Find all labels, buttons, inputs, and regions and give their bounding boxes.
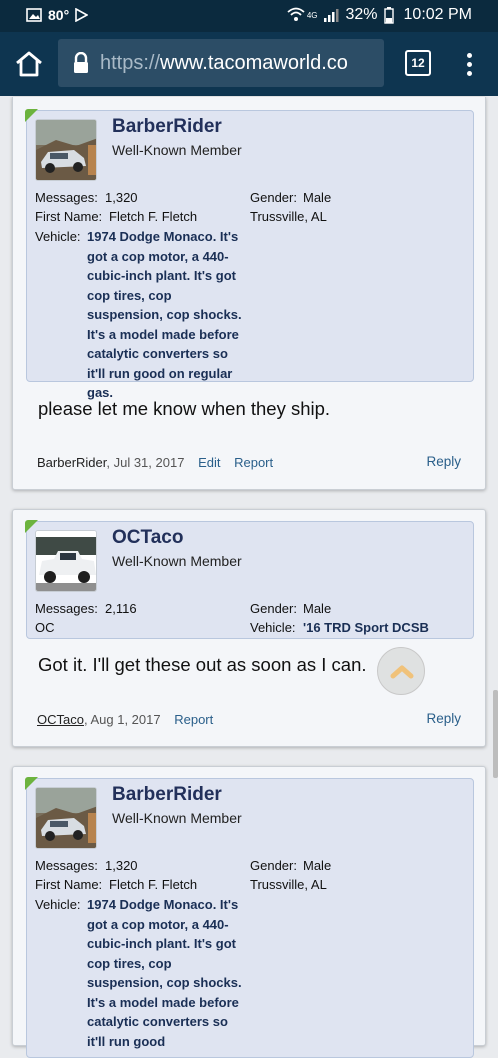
reply-link[interactable]: Reply — [426, 711, 461, 726]
messages-count: 1,320 — [105, 190, 138, 205]
scroll-to-top-button[interactable] — [377, 647, 425, 695]
report-link[interactable]: Report — [174, 712, 213, 727]
vehicle-label: Vehicle: — [35, 229, 81, 244]
username[interactable]: BarberRider — [112, 784, 222, 806]
clock: 10:02 PM — [403, 6, 472, 23]
post-date[interactable]: , Jul 31, 2017 — [106, 455, 184, 470]
gender-label: Gender: — [250, 190, 297, 205]
report-link[interactable]: Report — [234, 455, 273, 470]
chevron-up-icon — [390, 665, 414, 679]
vehicle-label: Vehicle: — [250, 620, 296, 635]
post: BarberRider Well-Known Member Messages: … — [12, 97, 486, 490]
user-info-box: BarberRider Well-Known Member Messages: … — [25, 109, 474, 400]
tabs-icon[interactable]: 12 — [405, 50, 431, 76]
gender-value: Male — [303, 601, 332, 616]
reply-link[interactable]: Reply — [426, 454, 461, 469]
vehicle-value: 1974 Dodge Monaco. It's got a cop motor,… — [87, 897, 242, 1049]
wifi-icon — [287, 7, 305, 21]
messages-count: 2,116 — [105, 601, 137, 616]
network-label: 4G — [306, 10, 318, 20]
url-protocol: https:// — [100, 51, 161, 74]
gender-label: Gender: — [250, 858, 297, 873]
user-info-box: BarberRider Well-Known Member Messages: … — [25, 777, 474, 1058]
battery-icon — [383, 6, 394, 24]
user-title: Well-Known Member — [112, 810, 242, 826]
signal-icon — [324, 8, 339, 22]
url-bar[interactable]: https://www.tacomaworld.co — [58, 39, 384, 87]
first-name-value: Fletch F. Fletch — [109, 209, 198, 224]
temperature: 80° — [48, 7, 70, 23]
status-bar: 80° 4G 32% 10:02 PM — [0, 0, 498, 32]
scrollbar[interactable] — [493, 690, 498, 778]
username[interactable]: BarberRider — [112, 116, 222, 138]
user-title: Well-Known Member — [112, 553, 242, 569]
first-name-label: First Name: — [35, 877, 103, 892]
vehicle-label: Vehicle: — [35, 897, 81, 912]
battery-percent: 32% — [345, 6, 378, 23]
username[interactable]: OCTaco — [112, 527, 183, 549]
location-value: Trussville, AL — [250, 209, 327, 224]
messages-label: Messages: — [35, 601, 98, 616]
messages-label: Messages: — [35, 190, 98, 205]
post-date[interactable]: , Aug 1, 2017 — [84, 712, 161, 727]
post: OCTaco Well-Known Member Messages: 2,116… — [12, 509, 486, 747]
avatar[interactable] — [35, 787, 97, 849]
browser-toolbar: https://www.tacomaworld.co 12 — [0, 32, 498, 96]
post-footer: OCTaco, Aug 1, 2017 Report — [37, 712, 213, 727]
vehicle-value: '16 TRD Sport DCSB — [303, 620, 429, 635]
user-info-box: OCTaco Well-Known Member Messages: 2,116… — [25, 520, 474, 639]
footer-author[interactable]: BarberRider — [37, 455, 106, 470]
edit-link[interactable]: Edit — [198, 455, 220, 470]
lock-icon — [74, 52, 88, 73]
location-value: OC — [35, 620, 55, 635]
online-indicator — [25, 520, 38, 533]
messages-label: Messages: — [35, 858, 98, 873]
location-value: Trussville, AL — [250, 877, 327, 892]
post-body: Got it. I'll get these out as soon as I … — [38, 654, 367, 675]
user-title: Well-Known Member — [112, 142, 242, 158]
online-indicator — [25, 777, 38, 790]
vehicle-value: 1974 Dodge Monaco. It's got a cop motor,… — [87, 229, 242, 400]
overflow-menu-icon[interactable] — [462, 50, 476, 78]
gender-label: Gender: — [250, 601, 297, 616]
gender-value: Male — [303, 858, 332, 873]
image-icon — [26, 8, 42, 22]
first-name-value: Fletch F. Fletch — [109, 877, 198, 892]
home-icon[interactable] — [14, 50, 44, 78]
post-body: please let me know when they ship. — [38, 398, 331, 419]
messages-count: 1,320 — [105, 858, 138, 873]
post-footer: BarberRider, Jul 31, 2017 Edit Report — [37, 455, 273, 470]
gender-value: Male — [303, 190, 332, 205]
post: BarberRider Well-Known Member Messages: … — [12, 766, 486, 1058]
avatar[interactable] — [35, 530, 97, 592]
avatar[interactable] — [35, 119, 97, 181]
play-store-icon — [75, 8, 89, 22]
footer-author[interactable]: OCTaco — [37, 712, 84, 727]
url-host: www.tacomaworld.co — [160, 51, 348, 74]
online-indicator — [25, 109, 38, 122]
first-name-label: First Name: — [35, 209, 103, 224]
